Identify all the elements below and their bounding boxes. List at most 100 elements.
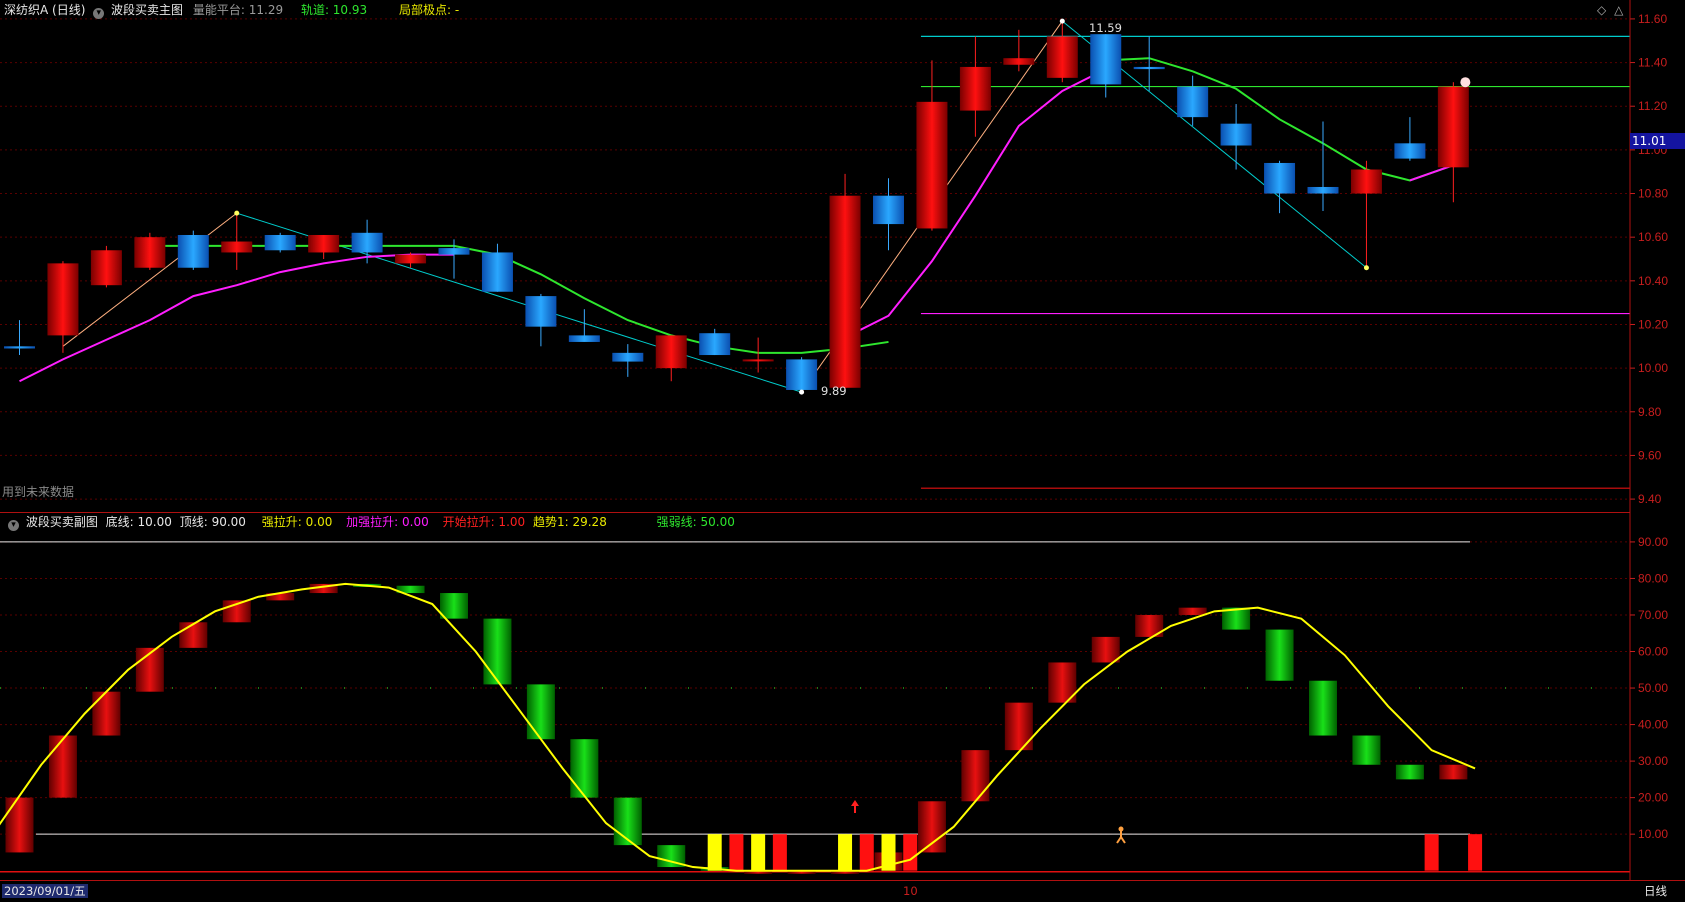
local-pivot-label: 局部极点: - xyxy=(398,3,460,17)
trend-bar-down xyxy=(1309,680,1337,736)
platform-label: 量能平台: 11.29 xyxy=(192,3,284,17)
sub-tick-label: 20.00 xyxy=(1638,791,1668,805)
candle-down xyxy=(481,252,513,292)
candle-down xyxy=(873,195,904,225)
low-label: 9.89 xyxy=(821,384,847,398)
main-tick-label: 10.60 xyxy=(1638,230,1668,244)
signal-bar xyxy=(838,834,853,871)
trend-bar-up xyxy=(961,750,990,802)
trend-bar-down xyxy=(1265,629,1294,681)
candle-down xyxy=(699,333,731,356)
candle-down xyxy=(612,352,644,362)
sub-tick-label: 50.00 xyxy=(1638,681,1668,695)
main-tick-label: 9.60 xyxy=(1638,448,1662,462)
indicator-menu-icon[interactable]: ▾ xyxy=(93,8,105,19)
triangle-up-icon[interactable]: △ xyxy=(1614,3,1623,17)
candle-down xyxy=(1177,86,1209,118)
month-marker: 10 xyxy=(903,884,918,898)
trend-bar-down xyxy=(1352,735,1381,765)
candle-down xyxy=(351,232,383,253)
sub-tick-label: 10.00 xyxy=(1638,827,1668,841)
signal-bar xyxy=(772,834,787,871)
up-arrow-icon xyxy=(851,800,859,813)
main-tick-label: 11.20 xyxy=(1638,99,1667,113)
sub-tick-label: 70.00 xyxy=(1638,608,1668,622)
candle-up xyxy=(1350,169,1382,194)
trend-bar-up xyxy=(48,735,77,798)
sub-indicator-name[interactable]: 波段买卖副图 xyxy=(26,515,98,529)
sub-tick-label: 60.00 xyxy=(1638,645,1668,659)
chart-stage: 11.60 11.40 11.20 11.00 10.80 10.60 10.40 10.20… xyxy=(0,0,1685,899)
candle-down xyxy=(786,359,818,390)
candle-down xyxy=(1264,162,1296,194)
candle-down xyxy=(438,248,470,255)
candle-up xyxy=(916,101,948,229)
main-tick-label: 10.80 xyxy=(1638,187,1668,201)
candle-up xyxy=(1046,36,1078,78)
diamond-icon[interactable]: ◇ xyxy=(1597,3,1606,17)
bottom-line-label: 底线: 10.00 xyxy=(105,515,172,529)
main-tick-label: 9.80 xyxy=(1638,405,1662,419)
candle-up xyxy=(742,359,774,362)
main-tick-label: 11.40 xyxy=(1638,56,1667,70)
candle-down xyxy=(1220,123,1252,146)
track-label: 轨道: 10.93 xyxy=(300,3,368,17)
strong-pull-label: 强拉升: 0.00 xyxy=(261,515,333,529)
candle-up xyxy=(959,66,991,111)
candle-up xyxy=(308,234,340,253)
candle-up xyxy=(221,241,253,253)
high-label: 11.59 xyxy=(1089,21,1122,35)
stock-title[interactable]: 深纺织A (日线) xyxy=(4,3,85,17)
candle-up xyxy=(134,237,166,268)
chart-frame: 11.6011.4011.2011.0010.8010.6010.4010.20… xyxy=(0,0,1685,881)
extra-pull-label: 加强拉升: 0.00 xyxy=(346,515,429,529)
signal-bar xyxy=(729,834,744,871)
trend-bar-up xyxy=(1439,764,1468,780)
ma-line-green xyxy=(149,244,889,354)
candle-up xyxy=(90,250,122,286)
sub-indicator-menu-icon[interactable]: ▾ xyxy=(8,520,19,531)
trend-bar-up xyxy=(1091,636,1120,663)
pivot-marker xyxy=(1059,18,1065,24)
trend-bar-up xyxy=(1178,607,1207,615)
signal-bar xyxy=(751,834,766,871)
pivot-marker xyxy=(1363,265,1369,271)
candle-up xyxy=(655,335,687,369)
trend-bar-up xyxy=(917,801,946,853)
strength-line-label: 强弱线: 50.00 xyxy=(656,515,735,529)
trend-line-magenta xyxy=(19,253,454,383)
period-label[interactable]: 日线 xyxy=(1644,884,1667,898)
trend-bar-up xyxy=(5,797,34,853)
trend-bar-down xyxy=(613,797,642,846)
candle-down xyxy=(1133,66,1165,70)
candle-down xyxy=(1090,34,1122,85)
candle-down xyxy=(568,335,600,342)
person-icon-head xyxy=(1118,826,1124,832)
trend-bar-down xyxy=(483,618,512,685)
candle-down xyxy=(1394,143,1426,159)
sub-trend-line xyxy=(0,582,1476,872)
trend-bar-up xyxy=(179,622,208,648)
main-tick-label: 9.40 xyxy=(1638,492,1662,506)
candle-up xyxy=(1003,58,1035,65)
trend-label: 趋势1: 29.28 xyxy=(532,515,607,529)
trend-bar-up xyxy=(92,691,121,736)
candle-up xyxy=(47,263,79,336)
candle-down xyxy=(525,296,557,327)
candle-up xyxy=(829,195,861,388)
main-tick-label: 10.40 xyxy=(1638,274,1668,288)
main-tick-label: 11.60 xyxy=(1638,12,1667,26)
sub-chart xyxy=(0,541,1630,874)
candle-up xyxy=(1437,86,1469,168)
pivot-marker xyxy=(799,389,805,395)
sub-tick-label: 30.00 xyxy=(1638,754,1668,768)
main-tick-label: 10.00 xyxy=(1638,361,1668,375)
signal-bar xyxy=(707,834,722,871)
trend-bar-up xyxy=(1004,702,1033,751)
pivot-marker xyxy=(234,210,240,216)
candle-up xyxy=(395,254,427,264)
main-indicator-name[interactable]: 波段买卖主图 xyxy=(111,3,183,17)
candle-down xyxy=(1307,186,1339,194)
candle-down xyxy=(264,234,296,251)
trend-bar-down xyxy=(526,684,555,740)
